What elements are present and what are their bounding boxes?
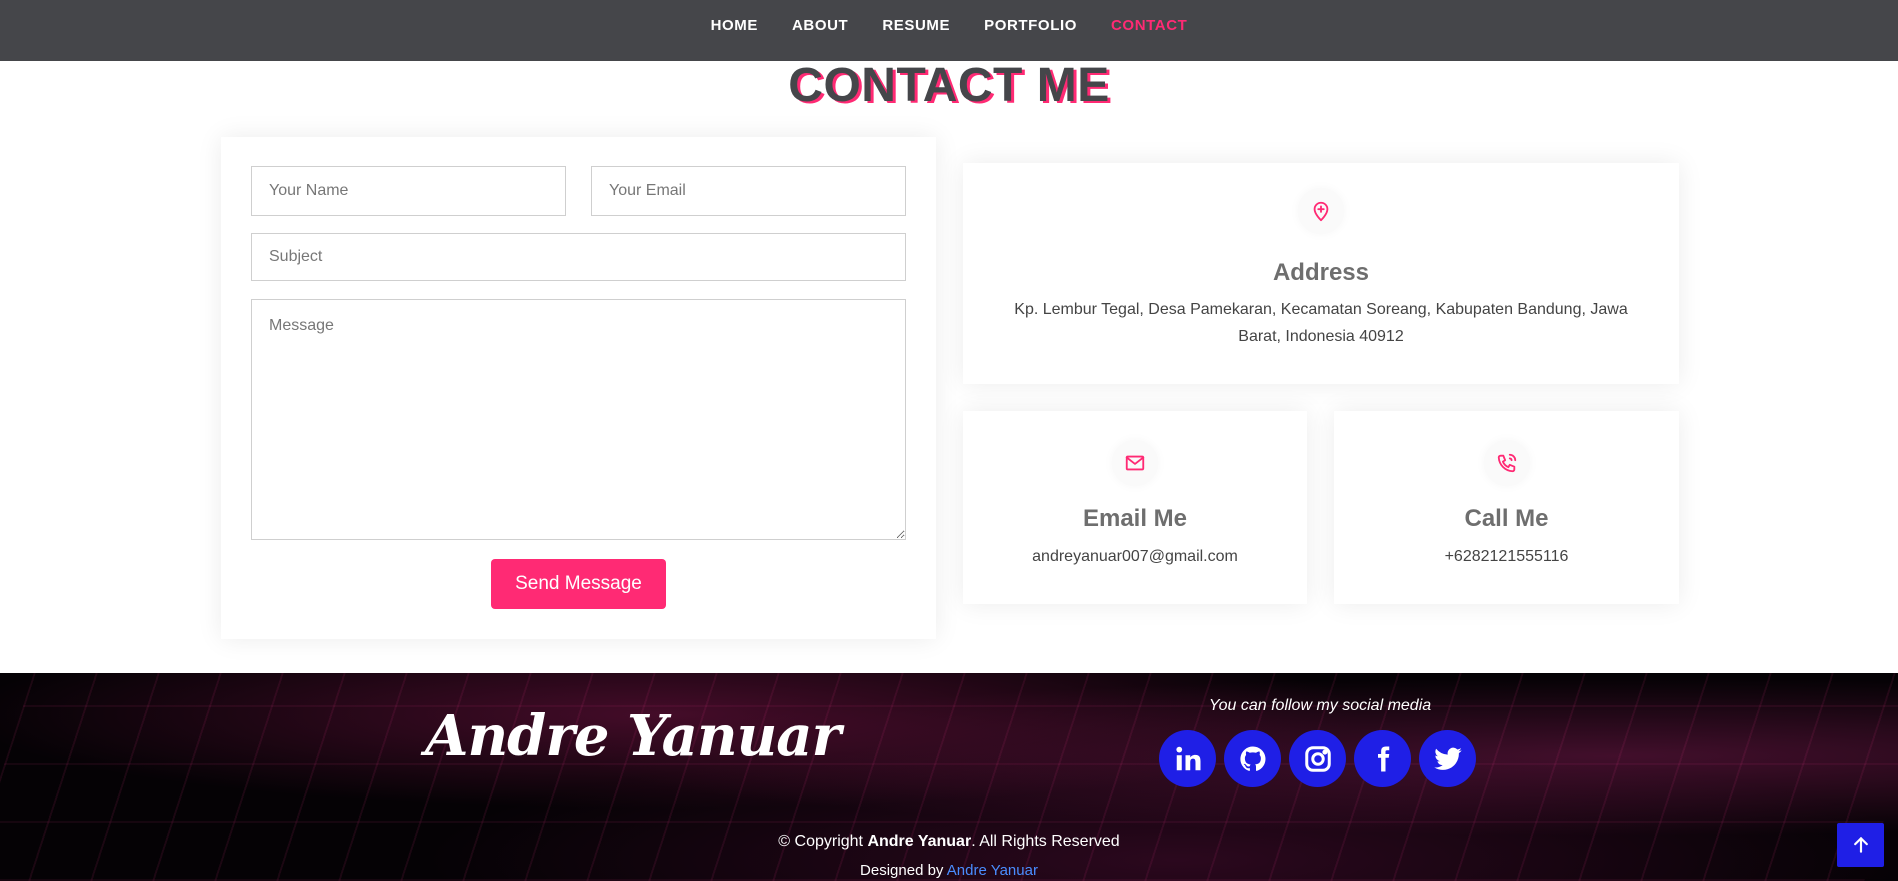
designed-prefix: Designed by bbox=[860, 862, 947, 879]
email-input[interactable] bbox=[591, 166, 906, 216]
section-title: CONTACT ME bbox=[788, 59, 1110, 112]
instagram-icon[interactable] bbox=[1289, 730, 1346, 787]
nav-list: HOME ABOUT RESUME PORTFOLIO CONTACT bbox=[711, 17, 1188, 34]
designer-link[interactable]: Andre Yanuar bbox=[947, 862, 1038, 879]
call-card: Call Me +6282121555116 bbox=[1334, 411, 1679, 604]
nav-resume[interactable]: RESUME bbox=[882, 17, 950, 34]
facebook-icon[interactable] bbox=[1354, 730, 1411, 787]
nav-home[interactable]: HOME bbox=[711, 17, 758, 34]
copyright-text: © Copyright Andre Yanuar. All Rights Res… bbox=[0, 833, 1898, 851]
address-card: Address Kp. Lembur Tegal, Desa Pamekaran… bbox=[963, 163, 1679, 384]
contact-form-card: Send Message bbox=[221, 137, 936, 639]
phone-call-icon bbox=[1483, 440, 1530, 486]
github-icon[interactable] bbox=[1224, 730, 1281, 787]
map-pin-plus-icon bbox=[1298, 188, 1344, 234]
email-title: Email Me bbox=[1082, 505, 1188, 532]
call-text: +6282121555116 bbox=[1444, 548, 1569, 565]
footer-brand: Andre Yanuar bbox=[425, 703, 841, 769]
address-title: Address bbox=[1272, 259, 1370, 286]
social-links bbox=[1159, 730, 1476, 787]
nav-portfolio[interactable]: PORTFOLIO bbox=[984, 17, 1077, 34]
nav-contact[interactable]: CONTACT bbox=[1111, 17, 1187, 34]
envelope-icon bbox=[1112, 440, 1158, 486]
copyright-prefix: © Copyright bbox=[778, 833, 868, 850]
copyright-name: Andre Yanuar bbox=[867, 833, 972, 850]
nav-about[interactable]: ABOUT bbox=[792, 17, 848, 34]
designed-by-text: Designed by Andre Yanuar bbox=[0, 862, 1898, 879]
send-message-button[interactable]: Send Message bbox=[491, 559, 666, 609]
call-title: Call Me bbox=[1464, 505, 1549, 532]
back-to-top-button[interactable] bbox=[1837, 823, 1884, 867]
email-text: andreyanuar007@gmail.com bbox=[1032, 548, 1238, 565]
linkedin-icon[interactable] bbox=[1159, 730, 1216, 787]
twitter-icon[interactable] bbox=[1419, 730, 1476, 787]
message-textarea[interactable] bbox=[251, 299, 906, 540]
footer: Andre Yanuar You can follow my social me… bbox=[0, 673, 1898, 881]
copyright-suffix: . All Rights Reserved bbox=[971, 833, 1120, 850]
name-input[interactable] bbox=[251, 166, 566, 216]
follow-text: You can follow my social media bbox=[1208, 697, 1432, 714]
navbar: HOME ABOUT RESUME PORTFOLIO CONTACT bbox=[0, 0, 1898, 61]
address-text: Kp. Lembur Tegal, Desa Pamekaran, Kecama… bbox=[1014, 301, 1628, 345]
arrow-up-icon bbox=[1853, 837, 1868, 853]
email-card: Email Me andreyanuar007@gmail.com bbox=[963, 411, 1307, 604]
subject-input[interactable] bbox=[251, 233, 906, 281]
